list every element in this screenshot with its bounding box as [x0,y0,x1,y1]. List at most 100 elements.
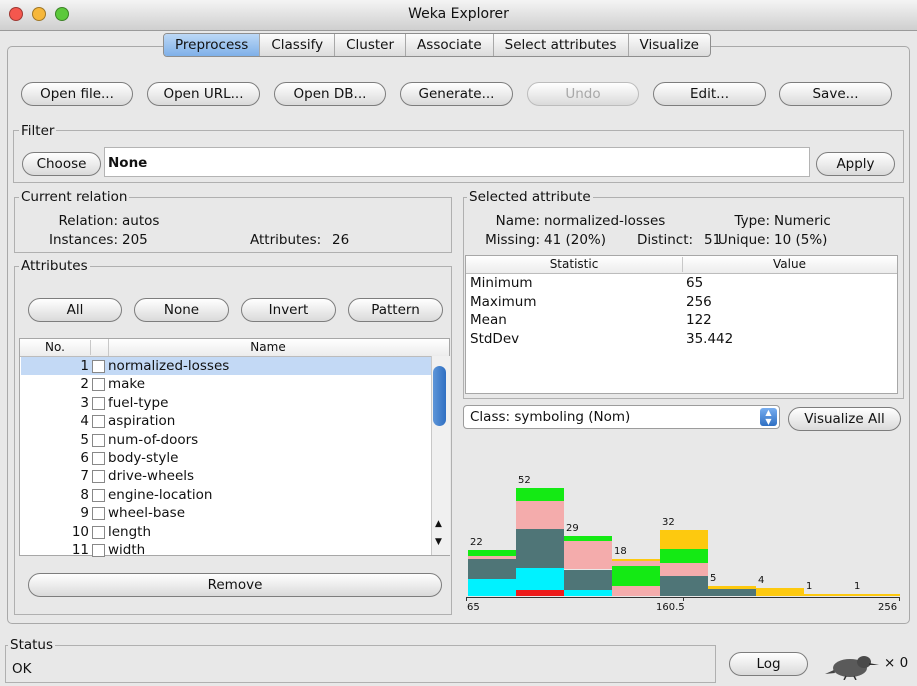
attribute-row[interactable]: 4 aspiration [21,412,431,430]
tab-preprocess[interactable]: Preprocess [164,34,261,56]
attribute-name: make [108,376,146,393]
histogram-segment [612,585,660,596]
name-label: Name: [495,213,540,229]
attributes-count-label: Attributes: [250,232,322,248]
statistic-name: StdDev [470,330,520,347]
select-none-button[interactable]: None [134,298,229,322]
histogram-segment [756,587,804,596]
undo-button[interactable]: Undo [527,82,639,106]
attribute-number: 2 [80,376,89,393]
attribute-row[interactable]: 8 engine-location [21,486,431,504]
attribute-number: 5 [80,431,89,448]
attribute-row[interactable]: 9 wheel-base [21,504,431,522]
open-db-button[interactable]: Open DB... [274,82,386,106]
log-button[interactable]: Log [729,652,808,676]
histogram-segment [468,578,516,596]
instances-label: Instances: [48,232,118,248]
task-count: × 0 [884,655,909,671]
histogram-bar [708,585,756,596]
attribute-number: 3 [80,394,89,411]
attribute-checkbox[interactable] [92,525,105,539]
tab-select-attributes[interactable]: Select attributes [494,34,629,56]
bin-count-label: 18 [614,545,627,557]
attribute-checkbox[interactable] [92,488,105,502]
attribute-number: 4 [80,413,89,430]
missing-label: Missing: [485,232,540,248]
attribute-row[interactable]: 6 body-style [21,449,431,467]
histogram-segment [516,488,564,501]
attribute-row[interactable]: 7 drive-wheels [21,467,431,485]
histogram-chart: 22 52 29 18 32 5 4 1 1 65 160.5 256 [466,466,902,618]
distinct-label: Distinct: [637,232,694,248]
generate-button[interactable]: Generate... [400,82,513,106]
attribute-name: width [108,542,146,558]
open-file-button[interactable]: Open file... [21,82,133,106]
attribute-name-value: normalized-losses [544,213,666,229]
filter-value: None [108,155,148,171]
axis-tick-label: 160.5 [656,602,685,613]
type-value: Numeric [774,213,831,229]
histogram-segment [660,576,708,596]
attribute-row[interactable]: 2 make [21,375,431,393]
histogram-bar [804,593,852,596]
tab-cluster[interactable]: Cluster [335,34,407,56]
scroll-down-icon[interactable]: ▼ [435,537,442,547]
pattern-select-button[interactable]: Pattern [348,298,443,322]
class-select[interactable]: Class: symboling (Nom) ▲ ▼ [463,405,780,429]
tab-associate[interactable]: Associate [406,34,494,56]
attribute-checkbox[interactable] [92,470,105,484]
attribute-number: 8 [80,486,89,503]
attribute-checkbox[interactable] [92,396,105,410]
histogram-segment [612,561,660,567]
scroll-up-icon[interactable]: ▲ [435,519,442,529]
attribute-row[interactable]: 3 fuel-type [21,394,431,412]
histogram-segment [708,585,756,589]
histogram-bar [852,593,900,596]
attribute-checkbox[interactable] [92,544,105,557]
invert-selection-button[interactable]: Invert [241,298,336,322]
statistic-row: Mean 122 [470,312,890,330]
bin-count-label: 32 [662,516,675,528]
weka-bird-icon [822,652,880,681]
tab-classify[interactable]: Classify [260,34,336,56]
attribute-name: drive-wheels [108,468,195,485]
attribute-row[interactable]: 1 normalized-losses [21,357,431,376]
unique-label: Unique: [717,232,770,248]
save-button[interactable]: Save... [779,82,892,106]
attribute-checkbox[interactable] [92,360,105,373]
statistic-row: Maximum 256 [470,294,890,312]
attribute-checkbox[interactable] [92,433,105,447]
open-url-button[interactable]: Open URL... [147,82,260,106]
remove-attribute-button[interactable]: Remove [28,573,442,597]
bin-count-label: 22 [470,537,483,549]
apply-filter-button[interactable]: Apply [816,152,895,176]
attribute-checkbox[interactable] [92,378,105,392]
attribute-name: normalized-losses [108,358,230,374]
attribute-checkbox[interactable] [92,415,105,429]
relation-value: autos [122,213,160,229]
bin-count-label: 4 [758,574,765,586]
attribute-row[interactable]: 11 width [21,541,431,559]
attribute-row[interactable]: 5 num-of-doors [21,431,431,449]
status-label: Status [8,637,56,653]
attribute-scrollbar-thumb[interactable] [433,366,446,426]
histogram-bar [660,529,708,596]
visualize-all-button[interactable]: Visualize All [788,407,901,431]
histogram-segment [852,593,900,596]
attribute-row[interactable]: 10 length [21,523,431,541]
filter-field[interactable]: None [104,147,810,177]
choose-filter-button[interactable]: Choose [22,152,101,176]
edit-button[interactable]: Edit... [653,82,766,106]
attribute-table-header: No. Name [20,339,449,357]
class-select-value: Class: symboling (Nom) [470,409,631,425]
window-title: Weka Explorer [408,6,509,22]
status-text: OK [12,661,32,677]
attribute-checkbox[interactable] [92,452,105,465]
select-all-button[interactable]: All [28,298,122,322]
attribute-name: fuel-type [108,394,169,411]
axis-tick-label: 256 [878,602,898,613]
attribute-checkbox[interactable] [92,507,105,521]
tab-visualize[interactable]: Visualize [629,34,710,56]
histogram-segment [516,500,564,530]
bin-count-label: 5 [710,572,717,584]
